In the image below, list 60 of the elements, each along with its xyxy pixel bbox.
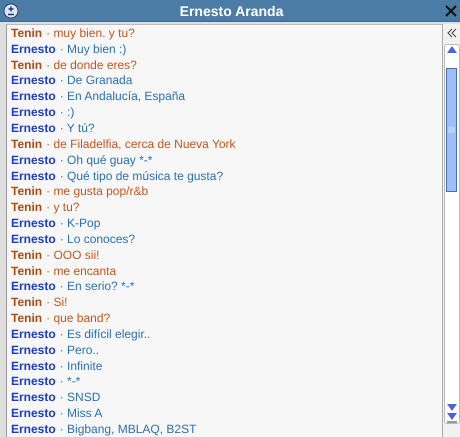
message-author: Tenin bbox=[11, 248, 42, 262]
message-text: · muy bien. y tu? bbox=[46, 26, 135, 40]
message-text: · de donde eres? bbox=[46, 58, 137, 72]
message-author: Ernesto bbox=[11, 89, 56, 104]
message-author: Ernesto bbox=[11, 422, 56, 436]
message-text: · K-Pop bbox=[60, 216, 100, 230]
message-author: Ernesto bbox=[11, 358, 56, 373]
message-text: · En serio? *-* bbox=[60, 279, 134, 294]
message-author: Ernesto bbox=[11, 342, 56, 357]
message-author: Tenin bbox=[11, 184, 42, 198]
message-author: Tenin bbox=[11, 200, 42, 214]
message-text: · Oh qué guay *-* bbox=[60, 152, 152, 167]
message-author: Tenin bbox=[11, 311, 42, 326]
scroll-thumb[interactable] bbox=[446, 68, 457, 192]
message-text: · me gusta pop/r&b bbox=[46, 184, 148, 198]
message-text: · Lo conoces? bbox=[60, 232, 136, 246]
message-text: · OOO sii! bbox=[46, 248, 100, 262]
collapse-icon[interactable] bbox=[446, 28, 456, 38]
message-author: Tenin bbox=[11, 264, 42, 278]
message-author: Ernesto bbox=[11, 152, 56, 167]
message-author: Tenin bbox=[11, 58, 42, 72]
message-text: · Qué tipo de música te gusta? bbox=[60, 168, 224, 183]
message-author: Tenin bbox=[11, 26, 42, 40]
message-text: · Miss A bbox=[60, 406, 102, 420]
message-text: · Y tú? bbox=[60, 120, 95, 135]
message-text: · Muy bien :) bbox=[60, 42, 126, 56]
message-author: Ernesto bbox=[11, 120, 56, 135]
message-author: Tenin bbox=[11, 136, 42, 151]
message-text: · Es difícil elegir.. bbox=[60, 326, 150, 341]
message-text: · Si! bbox=[46, 295, 68, 310]
close-icon[interactable] bbox=[444, 4, 458, 18]
message-author: Ernesto bbox=[11, 168, 56, 183]
message-author: Ernesto bbox=[11, 374, 56, 388]
message-text: · :) bbox=[60, 105, 74, 120]
message-text: · Infinite bbox=[60, 358, 102, 373]
message-text: · y tu? bbox=[46, 200, 80, 214]
plus-minus-icon[interactable] bbox=[3, 2, 19, 18]
window-title: Ernesto Aranda bbox=[178, 2, 284, 18]
message-author: Ernesto bbox=[11, 216, 56, 230]
message-author: Ernesto bbox=[11, 73, 56, 88]
message-author: Tenin bbox=[11, 295, 42, 310]
message-text: · que band? bbox=[46, 311, 110, 326]
message-author: Ernesto bbox=[11, 279, 56, 294]
scroll-end-icon[interactable] bbox=[446, 412, 458, 423]
message-text: · me encanta bbox=[46, 264, 116, 278]
message-text: · De Granada bbox=[60, 73, 132, 88]
message-author: Ernesto bbox=[11, 105, 56, 120]
message-text: · de Filadelfia, cerca de Nueva York bbox=[46, 136, 236, 151]
message-text: · Bigbang, MBLAQ, B2ST bbox=[60, 422, 196, 436]
message-author: Ernesto bbox=[11, 326, 56, 341]
message-author: Ernesto bbox=[11, 390, 56, 404]
message-text: · SNSD bbox=[60, 390, 100, 404]
message-text: · En Andalucía, España bbox=[60, 89, 186, 104]
scroll-down-icon[interactable] bbox=[446, 403, 458, 412]
message-author: Ernesto bbox=[11, 232, 56, 246]
message-author: Ernesto bbox=[11, 406, 56, 420]
message-text: · Pero.. bbox=[60, 342, 100, 357]
scroll-up-icon[interactable] bbox=[446, 45, 458, 54]
message-author: Ernesto bbox=[11, 42, 56, 56]
message-text: · *-* bbox=[60, 374, 80, 388]
